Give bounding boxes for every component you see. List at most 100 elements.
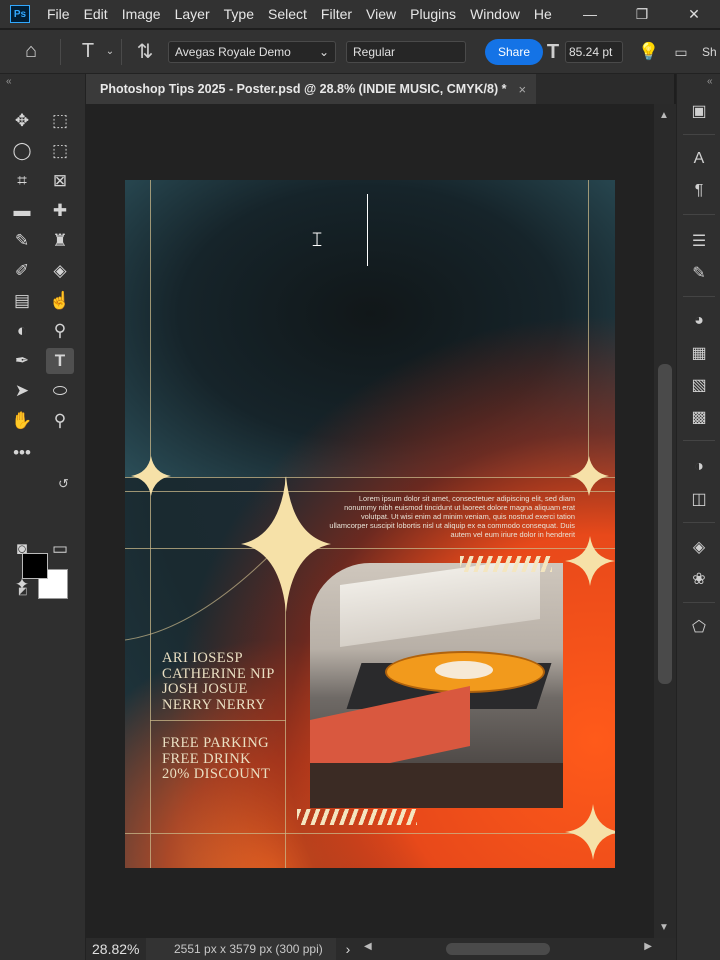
font-family-dropdown[interactable]: Avegas Royale Demo ⌄ (168, 40, 336, 63)
document-tab[interactable]: Photoshop Tips 2025 - Poster.psd @ 28.8%… (86, 74, 537, 104)
table (310, 763, 563, 808)
performer-name: JOSH JOSUE (162, 681, 248, 697)
patterns-icon[interactable]: ▩ (685, 404, 713, 430)
color-icon[interactable]: ◕ (685, 308, 713, 334)
minimize-icon[interactable]: — (564, 0, 616, 28)
menu-help[interactable]: He (527, 6, 559, 22)
toggle-text-orientation-icon[interactable]: ⇅ (130, 37, 160, 67)
status-menu-arrow[interactable]: › (336, 941, 360, 957)
object-selection-icon[interactable]: ⬚ (46, 138, 74, 164)
type-tool-icon[interactable]: T (46, 348, 74, 374)
stamp-tool-icon[interactable]: ♜ (46, 228, 74, 254)
zoom-level[interactable]: 28.82% (86, 941, 146, 957)
vertical-scrollbar[interactable]: ▲ ▼ (654, 104, 676, 938)
font-size-field[interactable]: 85.24 pt (565, 41, 623, 63)
healing-brush-icon[interactable]: ✚ (46, 198, 74, 224)
menu-window[interactable]: Window (463, 6, 527, 22)
hand-tool-icon[interactable]: ✋ (8, 408, 36, 434)
properties-icon[interactable]: ◫ (685, 486, 713, 512)
path-selection-icon[interactable]: ➤ (8, 378, 36, 404)
options-bar: ⌂ T ⌄ ⇅ Avegas Royale Demo ⌄ Regular Sha… (0, 30, 720, 74)
divider (60, 38, 61, 65)
truncated-label: Sh (702, 45, 717, 59)
perk-item: FREE PARKING (162, 735, 269, 751)
collapse-icon[interactable]: « (707, 76, 713, 87)
crop-tool-icon[interactable]: ⌗ (8, 168, 36, 194)
share-button[interactable]: Share (485, 39, 543, 65)
menu-edit[interactable]: Edit (77, 6, 115, 22)
brush-settings-icon[interactable]: ✎ (685, 260, 713, 286)
brush-tool-icon[interactable]: ✎ (8, 228, 36, 254)
frame-line (125, 833, 615, 834)
menu-view[interactable]: View (359, 6, 403, 22)
restore-icon[interactable]: ❐ (616, 0, 668, 28)
horizontal-scroll-thumb[interactable] (446, 943, 550, 955)
panel-dock: « ▣ A ¶ ☰ ✎ ◕ ▦ ▧ ▩ ◑ ◫ ◈ ❀ ⬠ (676, 74, 720, 960)
menu-filter[interactable]: Filter (314, 6, 359, 22)
frame-tool-icon[interactable]: ⊠ (46, 168, 74, 194)
burn-tool-icon[interactable]: ⚲ (46, 318, 74, 344)
swap-colors-icon[interactable]: ↺ (58, 476, 69, 492)
scroll-up-icon[interactable]: ▲ (659, 110, 669, 121)
ellipse-tool-icon[interactable]: ⬭ (46, 378, 74, 404)
history-brush-icon[interactable]: ✐ (8, 258, 36, 284)
perks-list: FREE PARKING FREE DRINK 20% DISCOUNT (162, 735, 271, 783)
dodge-tool-icon[interactable]: ◐ (8, 318, 36, 344)
menu-select[interactable]: Select (261, 6, 314, 22)
paths-icon[interactable]: ⬠ (685, 614, 713, 640)
menu-type[interactable]: Type (217, 6, 261, 22)
home-icon[interactable]: ⌂ (16, 37, 46, 67)
divider (683, 134, 715, 135)
menu-file[interactable]: File (40, 6, 77, 22)
scroll-down-icon[interactable]: ▼ (659, 922, 669, 933)
font-style-dropdown[interactable]: Regular (346, 40, 466, 63)
performer-names: ARI IOSESP CATHERINE NIP JOSH JOSUE NERR… (162, 650, 275, 713)
character-icon[interactable]: A (685, 146, 713, 172)
menu-plugins[interactable]: Plugins (403, 6, 463, 22)
scroll-right-icon[interactable]: ▶ (644, 941, 652, 952)
swatches-icon[interactable]: ▦ (685, 340, 713, 366)
type-tool-preset-icon[interactable]: T (73, 37, 103, 67)
panel-icon[interactable]: ▭ (666, 37, 696, 67)
pen-tool-icon[interactable]: ✒ (8, 348, 36, 374)
more-tools-icon[interactable]: ••• (8, 440, 36, 466)
paragraph-icon[interactable]: ¶ (685, 178, 713, 204)
close-icon[interactable]: × (518, 82, 526, 97)
divider (683, 214, 715, 215)
adjustments-icon[interactable]: ☰ (685, 228, 713, 254)
collapse-icon[interactable]: « (6, 76, 12, 87)
eraser-tool-icon[interactable]: ◈ (46, 258, 74, 284)
gradient-tool-icon[interactable]: ▤ (8, 288, 36, 314)
zoom-tool-icon[interactable]: ⚲ (46, 408, 74, 434)
perk-item: 20% DISCOUNT (162, 766, 271, 782)
sparkle-star (565, 804, 615, 860)
ruler-tool-icon[interactable]: ▬ (8, 198, 36, 224)
poster-artboard[interactable]: Lorem ipsum dolor sit amet, consectetuer… (125, 180, 615, 868)
scroll-left-icon[interactable]: ◀ (364, 941, 372, 952)
foreground-color-swatch[interactable] (22, 553, 48, 579)
vertical-scroll-thumb[interactable] (658, 364, 672, 684)
anti-alias-icon[interactable]: 💡 (634, 37, 664, 67)
close-window-icon[interactable]: ✕ (668, 0, 720, 28)
horizontal-scrollbar[interactable]: ◀ ▶ (360, 938, 676, 960)
smudge-tool-icon[interactable]: ☝ (46, 288, 74, 314)
layers-icon[interactable]: ◈ (685, 534, 713, 560)
move-tool-icon[interactable]: ✥ (8, 108, 36, 134)
font-style-value: Regular (353, 44, 396, 59)
menu-image[interactable]: Image (115, 6, 168, 22)
libraries-icon[interactable]: ▣ (685, 98, 713, 124)
chevron-down-icon[interactable]: ⌄ (103, 37, 117, 67)
status-bar: 28.82% 2551 px x 3579 px (300 ppi) › ◀ ▶ (86, 938, 676, 960)
screen-mode-icon[interactable]: ▭ (46, 536, 74, 562)
frame-line (588, 180, 589, 477)
toolbox: « ✥ ⬚ ◯ ⬚ ⌗ ⊠ ▬ ✚ ✎ ♜ ✐ ◈ ▤ ☝ ◐ ⚲ ✒ T ➤ … (0, 74, 86, 960)
menu-layer[interactable]: Layer (168, 6, 217, 22)
channels-icon[interactable]: ❀ (685, 566, 713, 592)
marquee-tool-icon[interactable]: ⬚ (46, 108, 74, 134)
turntable-photo (310, 563, 563, 808)
lasso-tool-icon[interactable]: ◯ (8, 138, 36, 164)
gradients-icon[interactable]: ▧ (685, 372, 713, 398)
sparkle-star (565, 536, 615, 586)
divider (121, 38, 122, 65)
adjust-layer-icon[interactable]: ◑ (685, 454, 713, 480)
